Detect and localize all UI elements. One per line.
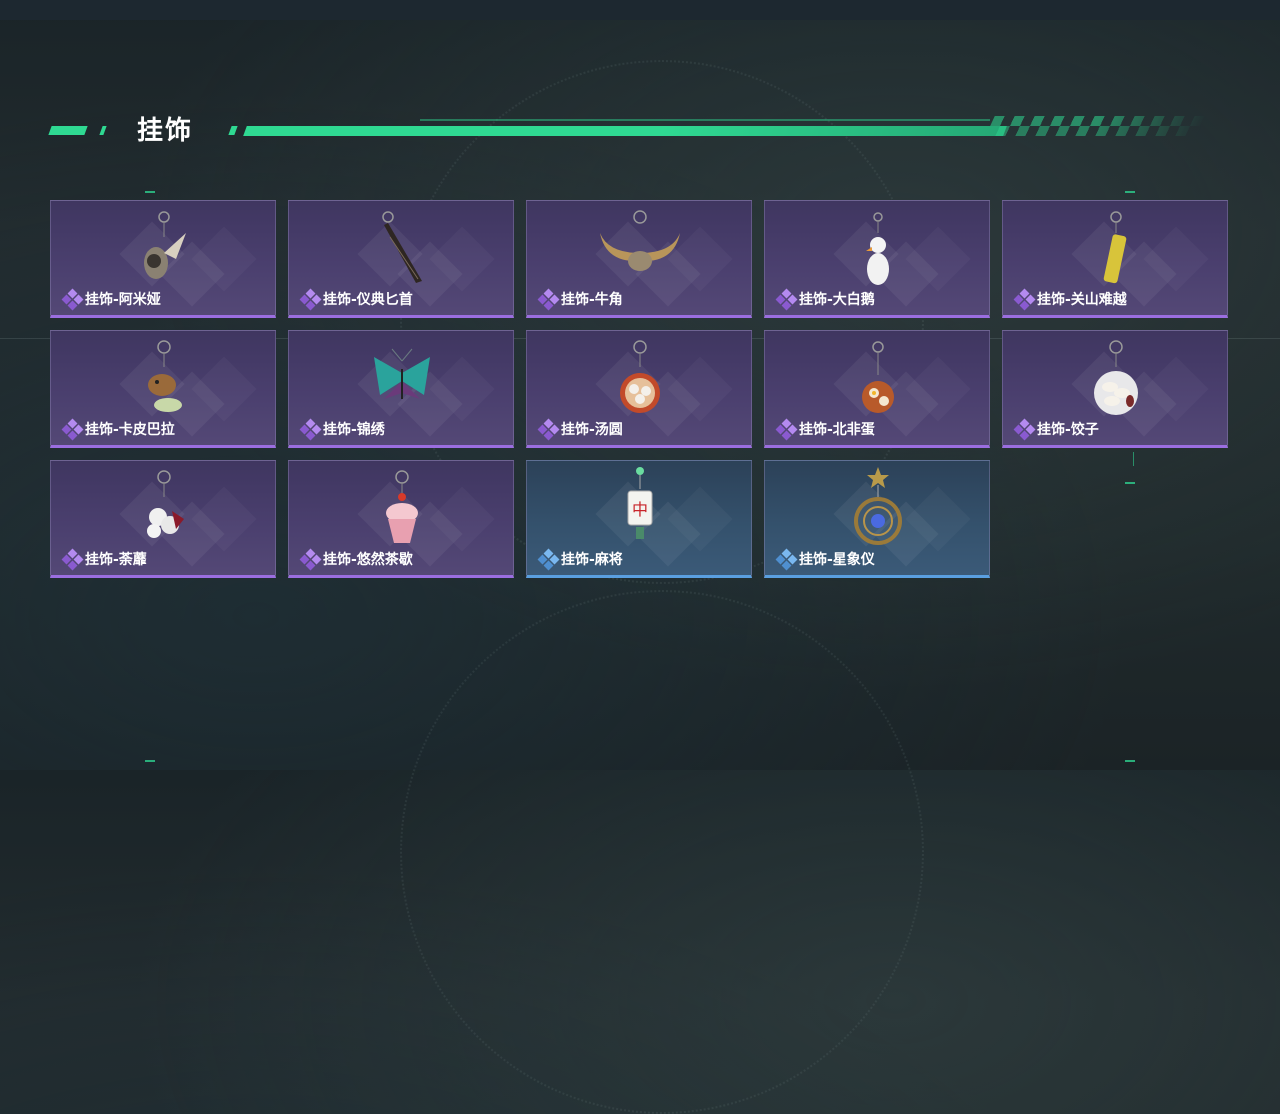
rarity-purple-icon xyxy=(299,548,322,571)
header-accent xyxy=(48,126,88,135)
card-label: 挂饰-北非蛋 xyxy=(775,418,875,441)
rarity-purple-icon xyxy=(1013,288,1036,311)
charm-name: 挂饰-卡皮巴拉 xyxy=(85,422,175,438)
card-label: 挂饰-汤圆 xyxy=(537,418,623,441)
charm-name: 挂饰-悠然茶歇 xyxy=(323,552,413,568)
rarity-blue-icon xyxy=(775,548,798,571)
corner-tick xyxy=(145,191,155,193)
charm-card[interactable]: 挂饰-锦绣 xyxy=(288,330,514,448)
charm-capybara-icon xyxy=(148,340,182,412)
charm-name: 挂饰-北非蛋 xyxy=(799,422,875,438)
charm-flower-icon xyxy=(147,470,184,538)
vertical-tick xyxy=(1133,452,1134,466)
rarity-blue-icon xyxy=(537,548,560,571)
charm-name: 挂饰-荼蘼 xyxy=(85,552,147,568)
card-label: 挂饰-牛角 xyxy=(537,288,623,311)
charm-card[interactable]: 挂饰-关山难越 xyxy=(1002,200,1228,318)
charm-card[interactable]: 挂饰-牛角 xyxy=(526,200,752,318)
charm-card[interactable]: 挂饰-卡皮巴拉 xyxy=(50,330,276,448)
rarity-purple-icon xyxy=(299,288,322,311)
rarity-purple-icon xyxy=(775,418,798,441)
charm-card[interactable]: 挂饰-仪典匕首 xyxy=(288,200,514,318)
background-ring xyxy=(400,590,924,1114)
corner-tick xyxy=(1125,191,1135,193)
charm-card[interactable]: 挂饰-北非蛋 xyxy=(764,330,990,448)
charm-card[interactable]: 挂饰-星象仪 xyxy=(764,460,990,578)
charm-card[interactable]: 挂饰-阿米娅 xyxy=(50,200,276,318)
charm-dagger-icon xyxy=(382,211,422,283)
corner-tick xyxy=(1125,760,1135,762)
rarity-purple-icon xyxy=(537,418,560,441)
charm-mahjong-icon: 中 xyxy=(627,467,653,539)
corner-tick xyxy=(1125,482,1135,484)
charm-name: 挂饰-汤圆 xyxy=(561,422,623,438)
rarity-purple-icon xyxy=(775,288,798,311)
svg-text:中: 中 xyxy=(632,500,648,519)
charm-tangyuan-icon xyxy=(620,340,660,413)
charm-name: 挂饰-饺子 xyxy=(1037,422,1099,438)
header-bar xyxy=(243,126,1007,136)
charm-card[interactable]: 挂饰-悠然茶歇 xyxy=(288,460,514,578)
charm-card[interactable]: 挂饰-饺子 xyxy=(1002,330,1228,448)
charm-name: 挂饰-仪典匕首 xyxy=(323,292,413,308)
card-label: 挂饰-关山难越 xyxy=(1013,288,1127,311)
header-thin-line xyxy=(420,119,990,121)
charm-astrolabe-icon xyxy=(854,467,902,545)
card-label: 挂饰-星象仪 xyxy=(775,548,875,571)
rarity-purple-icon xyxy=(537,288,560,311)
rarity-purple-icon xyxy=(61,548,84,571)
card-label: 挂饰-大白鹅 xyxy=(775,288,875,311)
charm-name: 挂饰-麻将 xyxy=(561,552,623,568)
rarity-purple-icon xyxy=(299,418,322,441)
card-label: 挂饰-卡皮巴拉 xyxy=(61,418,175,441)
charm-goose-icon xyxy=(866,212,889,285)
charm-cupcake-icon xyxy=(386,470,418,543)
card-label: 挂饰-麻将 xyxy=(537,548,623,571)
charm-name: 挂饰-锦绣 xyxy=(323,422,385,438)
charm-name: 挂饰-阿米娅 xyxy=(85,292,161,308)
header-accent xyxy=(228,126,238,135)
charm-card[interactable]: 中挂饰-麻将 xyxy=(526,460,752,578)
rarity-purple-icon xyxy=(1013,418,1036,441)
charm-amiya-icon xyxy=(144,211,186,279)
charm-dumplings-icon xyxy=(1094,340,1138,415)
rarity-purple-icon xyxy=(61,418,84,441)
card-label: 挂饰-悠然茶歇 xyxy=(299,548,413,571)
charm-name: 挂饰-关山难越 xyxy=(1037,292,1127,308)
charm-butterfly-icon xyxy=(374,348,430,399)
card-label: 挂饰-阿米娅 xyxy=(61,288,161,311)
charm-name: 挂饰-大白鹅 xyxy=(799,292,875,308)
charm-card[interactable]: 挂饰-汤圆 xyxy=(526,330,752,448)
rarity-purple-icon xyxy=(61,288,84,311)
charm-name: 挂饰-星象仪 xyxy=(799,552,875,568)
card-label: 挂饰-荼蘼 xyxy=(61,548,147,571)
card-label: 挂饰-仪典匕首 xyxy=(299,288,413,311)
charm-tube-icon xyxy=(1103,211,1127,284)
card-label: 挂饰-锦绣 xyxy=(299,418,385,441)
charm-name: 挂饰-牛角 xyxy=(561,292,623,308)
charm-shakshuka-icon xyxy=(862,341,894,413)
corner-tick xyxy=(145,760,155,762)
card-label: 挂饰-饺子 xyxy=(1013,418,1099,441)
header-accent xyxy=(99,126,107,135)
charm-card[interactable]: 挂饰-荼蘼 xyxy=(50,460,276,578)
charm-horns-icon xyxy=(600,210,680,271)
page-title: 挂饰 xyxy=(137,116,194,146)
charm-card[interactable]: 挂饰-大白鹅 xyxy=(764,200,990,318)
header-checker-pattern xyxy=(985,116,1207,136)
top-bar xyxy=(0,0,1280,20)
